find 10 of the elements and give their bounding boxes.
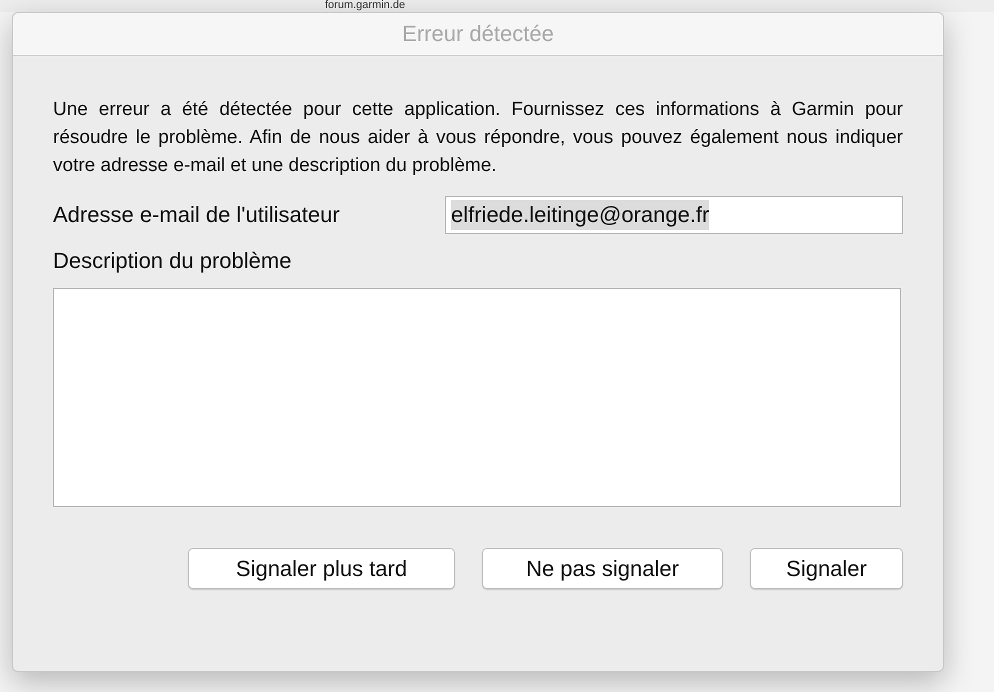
description-field[interactable] xyxy=(53,288,901,507)
dialog-button[interactable]: Signaler xyxy=(750,548,903,589)
address-text: forum.garmin.de xyxy=(325,0,406,11)
description-label: Description du problème xyxy=(53,248,292,274)
dialog-button[interactable]: Ne pas signaler xyxy=(482,548,723,589)
email-field[interactable]: elfriede.leitinge@orange.fr xyxy=(445,196,903,234)
dialog-button[interactable]: Signaler plus tard xyxy=(188,548,455,589)
window-title: Erreur détectée xyxy=(402,21,554,47)
message-text: Une erreur a été détectée pour cette application. Fournissez ces informations à Garmin pour résoudre le problème. Afin de nous aider à vous répondre, vous pouvez également nous indiquer votre adresse e-mail et une description du problème. xyxy=(53,98,903,178)
email-label: Adresse e-mail de l'utilisateur xyxy=(53,202,340,228)
